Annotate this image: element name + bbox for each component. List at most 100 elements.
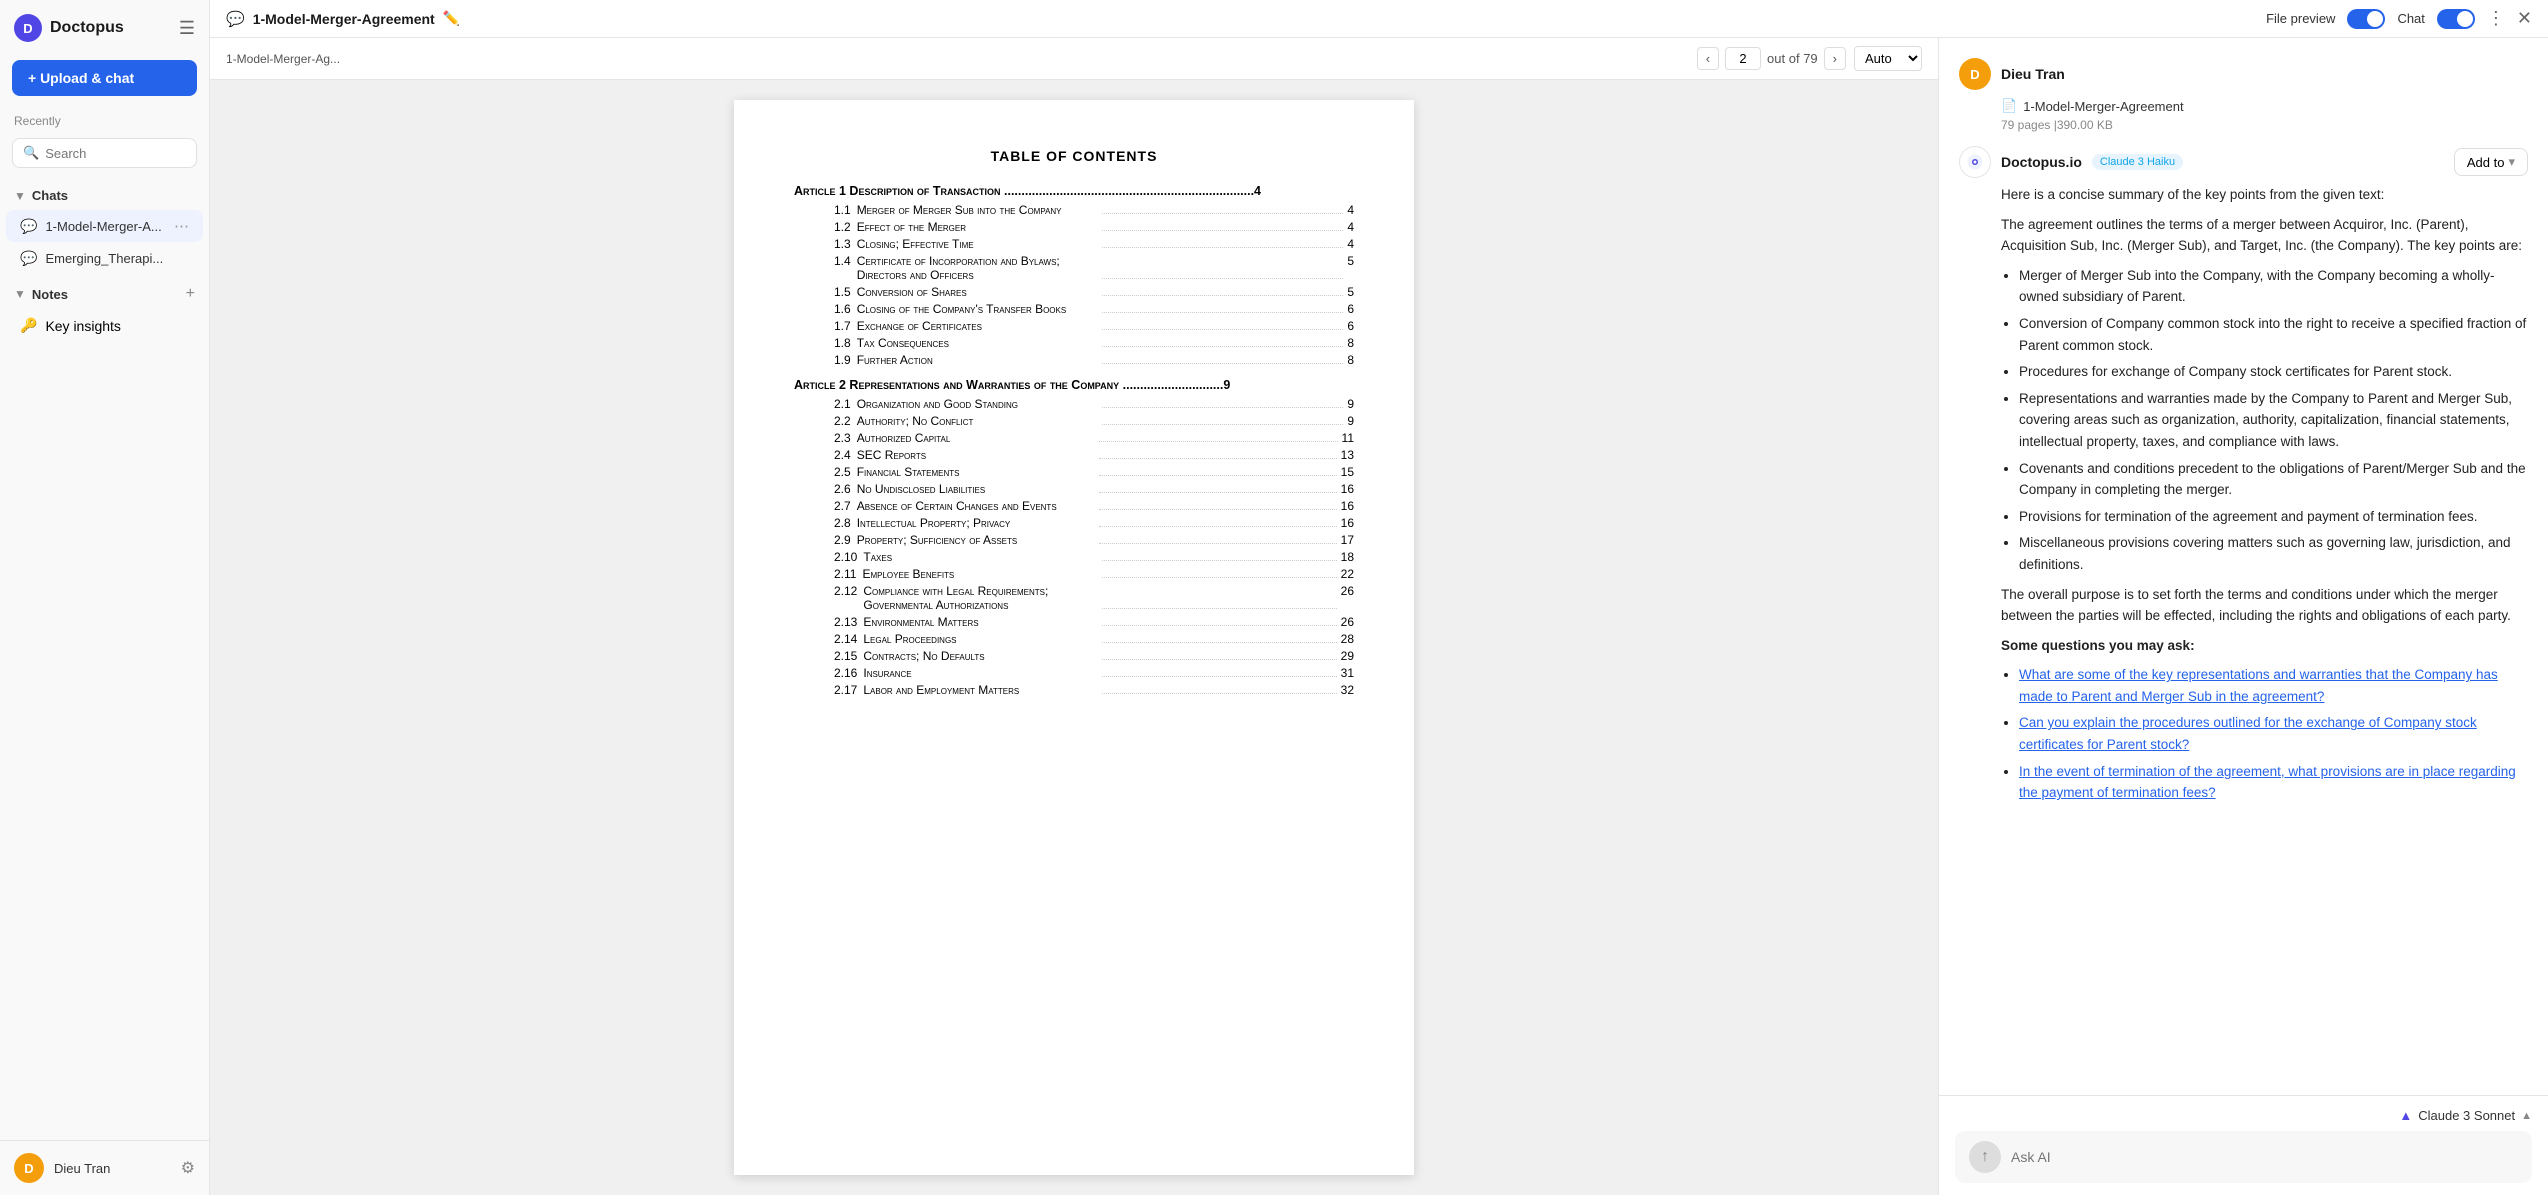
recently-label: Recently xyxy=(0,104,209,132)
bullet-5: Provisions for termination of the agreem… xyxy=(2019,506,2528,528)
toc-item-2-11: 2.11Employee Benefits22 xyxy=(794,565,1354,582)
toc-item-2-5: 2.5Financial Statements15 xyxy=(794,463,1354,480)
topbar: 💬 1-Model-Merger-Agreement ✏️ File previ… xyxy=(210,0,2548,38)
topbar-right: File preview Chat ⋮ ✕ xyxy=(2266,8,2532,29)
chat-toggle-label: Chat xyxy=(2397,11,2424,26)
prev-page-button[interactable]: ‹ xyxy=(1697,47,1719,70)
user-message-header: D Dieu Tran xyxy=(1959,58,2528,90)
chats-label: Chats xyxy=(32,188,68,203)
suggested-q-2[interactable]: In the event of termination of the agree… xyxy=(2019,761,2528,804)
key-icon: 🔑 xyxy=(20,317,37,334)
model-badge: Claude 3 Haiku xyxy=(2092,154,2183,170)
toc-article-2-title: Article 2 Representations and Warranties… xyxy=(794,378,1354,392)
toc-item-2-1: 2.1Organization and Good Standing9 xyxy=(794,395,1354,412)
suggested-questions-label: Some questions you may ask: xyxy=(2001,638,2195,653)
page-input[interactable] xyxy=(1725,47,1761,70)
notes-section-header[interactable]: ▼ Notes + xyxy=(0,279,209,309)
toc-article-1: Article 1 Description of Transaction ...… xyxy=(794,184,1354,368)
app-name: Doctopus xyxy=(50,19,124,37)
upload-chat-button[interactable]: + Upload & chat xyxy=(12,60,197,96)
summary-intro: Here is a concise summary of the key poi… xyxy=(2001,184,2528,206)
pdf-page: TABLE OF CONTENTS Article 1 Description … xyxy=(734,100,1414,1175)
sidebar-item-chat1[interactable]: 💬 1-Model-Merger-A... ⋯ xyxy=(6,210,203,242)
model-chevron-icon: ▲ xyxy=(2521,1110,2532,1122)
model-selector-row: ▲ Claude 3 Sonnet ▲ xyxy=(1955,1108,2532,1123)
model-selector-label: Claude 3 Sonnet xyxy=(2418,1108,2515,1123)
sidebar-item-chat2[interactable]: 💬 Emerging_Therapi... xyxy=(6,243,203,274)
user-name-chat: Dieu Tran xyxy=(2001,66,2065,82)
model-selector-icon: ▲ xyxy=(2399,1108,2412,1123)
document-reference: 📄 1-Model-Merger-Agreement xyxy=(2001,98,2528,114)
next-page-button[interactable]: › xyxy=(1824,47,1846,70)
chat-footer: ▲ Claude 3 Sonnet ▲ ↑ xyxy=(1939,1095,2548,1195)
toc-item-1-7: 1.7Exchange of Certificates6 xyxy=(794,317,1354,334)
ai-message-header: Doctopus.io Claude 3 Haiku Add to ▾ xyxy=(1959,146,2528,178)
add-to-chevron-icon: ▾ xyxy=(2508,154,2515,170)
chat-toggle[interactable] xyxy=(2437,9,2475,29)
pdf-filename: 1-Model-Merger-Ag... xyxy=(226,52,1689,66)
user-avatar-chat: D xyxy=(1959,58,1991,90)
chat-icon: 💬 xyxy=(20,218,37,235)
settings-button[interactable]: ⚙ xyxy=(181,1158,195,1178)
pdf-navigation: ‹ out of 79 › xyxy=(1697,47,1846,70)
zoom-select[interactable]: Auto 50% 75% 100% 125% 150% xyxy=(1854,46,1922,71)
user-avatar: D xyxy=(14,1153,44,1183)
toc-item-2-3: 2.3Authorized Capital11 xyxy=(794,429,1354,446)
toc-item-2-2: 2.2Authority; No Conflict9 xyxy=(794,412,1354,429)
file-preview-toggle[interactable] xyxy=(2347,9,2385,29)
edit-icon[interactable]: ✏️ xyxy=(443,10,460,27)
toc-item-2-8: 2.8Intellectual Property; Privacy16 xyxy=(794,514,1354,531)
toc-item-2-6: 2.6No Undisclosed Liabilities16 xyxy=(794,480,1354,497)
send-button[interactable]: ↑ xyxy=(1969,1141,2001,1173)
topbar-more-button[interactable]: ⋮ xyxy=(2487,8,2505,29)
pdf-viewer: 1-Model-Merger-Ag... ‹ out of 79 › Auto … xyxy=(210,38,1938,1195)
document-meta: 79 pages |390.00 KB xyxy=(2001,118,2528,132)
bullet-2: Procedures for exchange of Company stock… xyxy=(2019,361,2528,383)
document-icon: 💬 xyxy=(226,10,245,28)
add-note-button[interactable]: + xyxy=(186,285,195,303)
toc-item-2-9: 2.9Property; Sufficiency of Assets17 xyxy=(794,531,1354,548)
toc-item-1-6: 1.6Closing of the Company's Transfer Boo… xyxy=(794,300,1354,317)
toc-item-1-9: 1.9Further Action8 xyxy=(794,351,1354,368)
add-to-label: Add to xyxy=(2467,155,2505,170)
app-logo-icon: D xyxy=(14,14,42,42)
model-selector[interactable]: ▲ Claude 3 Sonnet ▲ xyxy=(2399,1108,2532,1123)
ai-message-body: Here is a concise summary of the key poi… xyxy=(2001,184,2528,804)
add-to-button[interactable]: Add to ▾ xyxy=(2454,148,2528,176)
toc-item-1-5: 1.5Conversion of Shares5 xyxy=(794,283,1354,300)
main-area: 💬 1-Model-Merger-Agreement ✏️ File previ… xyxy=(210,0,2548,1195)
chats-section-header[interactable]: ▼ Chats xyxy=(0,182,209,209)
notes-chevron-icon: ▼ xyxy=(14,287,26,301)
sidebar-menu-button[interactable]: ☰ xyxy=(179,18,195,39)
ai-name: Doctopus.io xyxy=(2001,154,2082,170)
page-total: out of 79 xyxy=(1767,51,1818,66)
search-input[interactable] xyxy=(45,146,186,161)
bullet-4: Covenants and conditions precedent to th… xyxy=(2019,458,2528,501)
chat-messages: D Dieu Tran 📄 1-Model-Merger-Agreement 7… xyxy=(1939,38,2548,1095)
toc-item-2-16: 2.16Insurance31 xyxy=(794,664,1354,681)
toc-item-2-4: 2.4SEC Reports13 xyxy=(794,446,1354,463)
summary-para: The agreement outlines the terms of a me… xyxy=(2001,214,2528,257)
sidebar-item-key-insights[interactable]: 🔑 Key insights xyxy=(6,310,203,341)
toc-item-2-14: 2.14Legal Proceedings28 xyxy=(794,630,1354,647)
suggested-q-1[interactable]: Can you explain the procedures outlined … xyxy=(2019,712,2528,755)
suggested-q-0[interactable]: What are some of the key representations… xyxy=(2019,664,2528,707)
bullet-0: Merger of Merger Sub into the Company, w… xyxy=(2019,265,2528,308)
chat-input[interactable] xyxy=(2011,1149,2518,1165)
toc-article-2: Article 2 Representations and Warranties… xyxy=(794,378,1354,698)
chat1-more-button[interactable]: ⋯ xyxy=(174,217,189,235)
search-icon: 🔍 xyxy=(23,145,39,161)
close-button[interactable]: ✕ xyxy=(2517,8,2532,29)
content-area: 1-Model-Merger-Ag... ‹ out of 79 › Auto … xyxy=(210,38,2548,1195)
bullet-3: Representations and warranties made by t… xyxy=(2019,388,2528,453)
toc-item-2-15: 2.15Contracts; No Defaults29 xyxy=(794,647,1354,664)
toc-item-1-1: 1.1Merger of Merger Sub into the Company… xyxy=(794,201,1354,218)
doc-ref-meta: 79 pages |390.00 KB xyxy=(2001,118,2113,132)
sidebar: D Doctopus ☰ + Upload & chat Recently 🔍 … xyxy=(0,0,210,1195)
toc-item-2-13: 2.13Environmental Matters26 xyxy=(794,613,1354,630)
chat-panel: D Dieu Tran 📄 1-Model-Merger-Agreement 7… xyxy=(1938,38,2548,1195)
toc-item-1-3: 1.3Closing; Effective Time4 xyxy=(794,235,1354,252)
toc-item-1-2: 1.2Effect of the Merger4 xyxy=(794,218,1354,235)
summary-bullets: Merger of Merger Sub into the Company, w… xyxy=(2001,265,2528,576)
bullet-6: Miscellaneous provisions covering matter… xyxy=(2019,532,2528,575)
